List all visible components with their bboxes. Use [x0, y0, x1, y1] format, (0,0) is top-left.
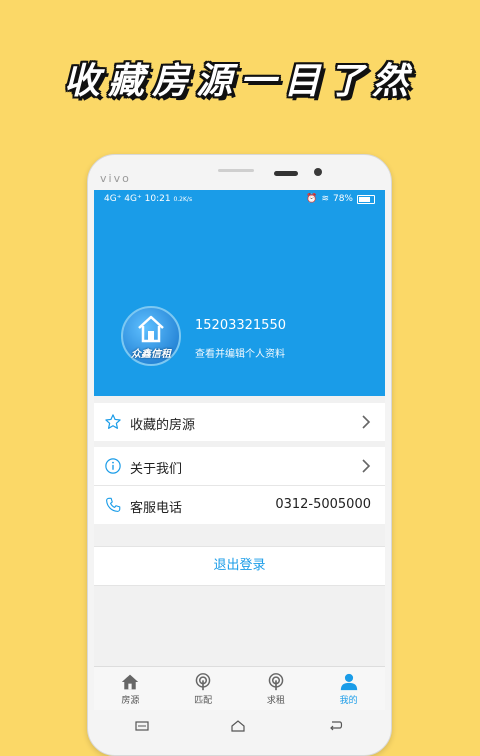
phone-frame: vivo 4G⁺ 4G⁺ 10:21 0.2K/s ⏰ ≋ 78% 众鑫信租 1…	[87, 154, 392, 756]
service-phone-value: 0312-5005000	[275, 497, 371, 512]
network-speed: 0.2K/s	[173, 196, 193, 203]
radar-icon	[268, 673, 284, 691]
back-icon[interactable]	[328, 720, 344, 732]
menu-icon[interactable]	[135, 721, 149, 731]
home-icon[interactable]	[230, 720, 246, 732]
chevron-right-icon	[362, 459, 371, 473]
tab-match[interactable]: 匹配	[167, 667, 240, 710]
house-icon	[122, 674, 139, 690]
status-time: 10:21	[144, 194, 171, 204]
tab-label: 匹配	[194, 696, 213, 706]
user-phone: 15203321550	[195, 318, 286, 333]
device-brand: vivo	[100, 172, 131, 185]
tab-mine[interactable]: 我的	[312, 667, 385, 710]
avatar-logo-text: 众鑫信租	[131, 349, 171, 360]
app-screen: 4G⁺ 4G⁺ 10:21 0.2K/s ⏰ ≋ 78% 众鑫信租 152033	[94, 190, 385, 710]
house-logo-icon	[138, 315, 164, 343]
favorites-row[interactable]: 收藏的房源	[94, 403, 385, 441]
headline: 收藏房源一目了然	[63, 60, 416, 102]
service-label: 客服电话	[130, 501, 183, 516]
earpiece	[218, 169, 254, 172]
about-label: 关于我们	[130, 462, 183, 477]
signal-indicator: 4G⁺ 4G⁺	[104, 194, 142, 204]
radar-icon	[195, 673, 211, 691]
edit-profile-link[interactable]: 查看并编辑个人资料	[195, 345, 285, 360]
tab-rent-request[interactable]: 求租	[240, 667, 313, 710]
phone-icon	[106, 497, 121, 512]
status-bar: 4G⁺ 4G⁺ 10:21 0.2K/s ⏰ ≋ 78%	[94, 190, 385, 208]
system-nav-bar	[94, 713, 385, 739]
sensor	[274, 171, 298, 176]
battery-percent: 78%	[332, 194, 353, 204]
tab-label: 求租	[266, 696, 285, 706]
front-camera	[314, 168, 322, 176]
chevron-right-icon	[362, 415, 371, 429]
tab-label: 房源	[121, 696, 140, 706]
star-icon	[105, 414, 121, 429]
info-icon	[105, 458, 121, 474]
alarm-icon: ⏰	[306, 194, 318, 204]
battery-icon	[357, 194, 375, 204]
favorites-label: 收藏的房源	[130, 418, 196, 433]
about-row[interactable]: 关于我们	[94, 447, 385, 485]
user-icon	[340, 673, 357, 691]
logout-button[interactable]: 退出登录	[94, 546, 385, 586]
wifi-icon: ≋	[321, 194, 329, 204]
tab-listings[interactable]: 房源	[94, 667, 167, 710]
tab-label: 我的	[339, 696, 358, 706]
avatar[interactable]: 众鑫信租	[121, 306, 181, 366]
profile-header[interactable]: 众鑫信租 15203321550 查看并编辑个人资料	[94, 208, 385, 396]
service-phone-row[interactable]: 客服电话 0312-5005000	[94, 486, 385, 524]
bottom-tab-bar: 房源 匹配 求租 我的	[94, 666, 385, 710]
